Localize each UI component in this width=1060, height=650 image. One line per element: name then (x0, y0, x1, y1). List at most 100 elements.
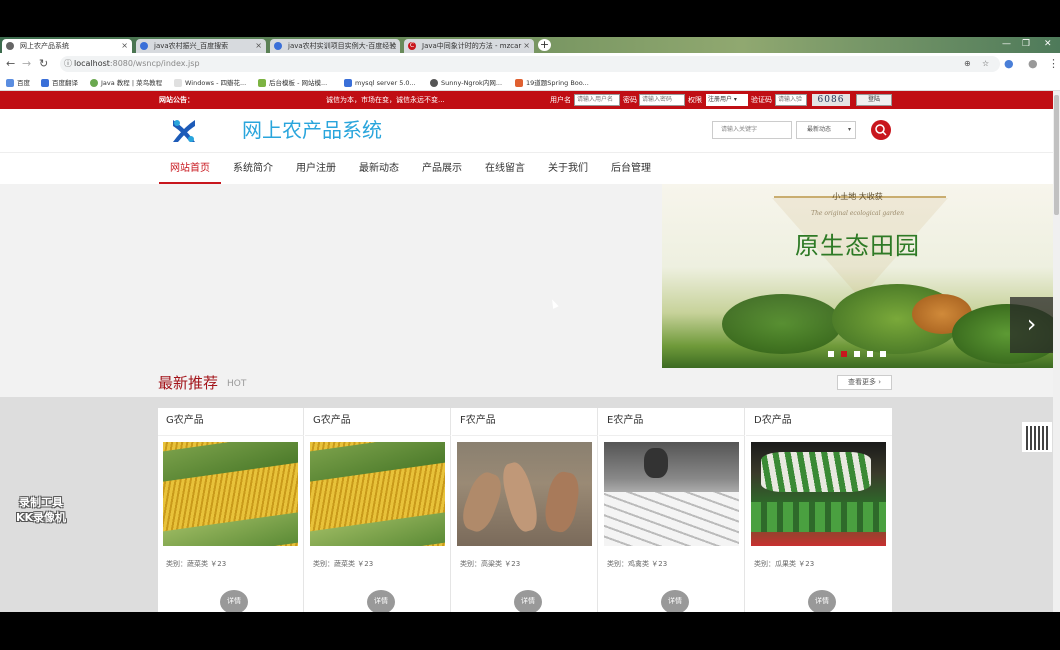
nav-messages[interactable]: 在线留言 (479, 153, 531, 184)
nav-about-system[interactable]: 系统简介 (228, 153, 278, 184)
product-name[interactable]: G农产品 (313, 414, 351, 428)
detail-button[interactable]: 详情 (808, 590, 836, 612)
product-image-roots[interactable] (457, 442, 592, 546)
page-scrollbar[interactable] (1053, 91, 1060, 612)
product-card[interactable]: E农产品 类别：鸡禽类 ￥23 详情 (599, 408, 745, 612)
search-input[interactable]: 请输入关键字 (712, 121, 792, 139)
product-image-greens[interactable] (751, 442, 886, 546)
tab-title: 网上农产品系统 (20, 42, 69, 50)
role-select[interactable]: 注册用户 ▾ (706, 94, 748, 106)
product-name[interactable]: E农产品 (607, 414, 643, 428)
paw-icon (344, 79, 352, 87)
video-letterbox-bottom (0, 612, 1060, 650)
bookmark[interactable]: 后台模板 - 网站模... (258, 75, 327, 91)
carousel-dot[interactable] (828, 351, 834, 357)
product-image-corn[interactable] (163, 442, 298, 546)
carousel-dot[interactable] (854, 351, 860, 357)
product-image-corn[interactable] (310, 442, 445, 546)
detail-button[interactable]: 详情 (367, 590, 395, 612)
product-card[interactable]: G农产品 类别：蔬菜类 ￥23 详情 (305, 408, 451, 612)
search-type-select[interactable]: 最新动态 ▾ (796, 121, 856, 139)
reload-icon[interactable]: ↻ (39, 57, 48, 71)
banner-carousel[interactable]: 小土地 大收获 The original ecological garden 原… (662, 184, 1053, 368)
mouse-cursor-icon (549, 298, 559, 309)
new-tab-button[interactable]: + (538, 39, 551, 51)
carousel-next-icon[interactable]: › (1010, 297, 1053, 353)
scrollbar-thumb[interactable] (1054, 95, 1059, 215)
extension-icon[interactable]: ● (1004, 57, 1014, 71)
captcha-input[interactable] (775, 94, 807, 106)
bookmark[interactable]: Sunny-Ngrok内网... (430, 75, 502, 91)
nav-about-us[interactable]: 关于我们 (542, 153, 594, 184)
divider (746, 435, 892, 436)
close-icon[interactable]: × (121, 39, 128, 53)
product-name[interactable]: F农产品 (460, 414, 496, 428)
star-icon[interactable]: ☆ (982, 56, 989, 72)
carousel-dot[interactable] (880, 351, 886, 357)
bookmark[interactable]: Java 教程 | 菜鸟教程 (90, 75, 162, 91)
nav-news[interactable]: 最新动态 (353, 153, 405, 184)
role-label: 权限 (688, 96, 702, 104)
search-icon (875, 124, 887, 136)
search-type-value: 最新动态 (807, 126, 832, 133)
carousel-dot[interactable] (867, 351, 873, 357)
product-card[interactable]: G农产品 类别：蔬菜类 ￥23 详情 (158, 408, 304, 612)
product-name[interactable]: D农产品 (754, 414, 792, 428)
forward-icon[interactable]: → (22, 57, 31, 71)
bookmark[interactable]: Windows - 四瓣花... (174, 75, 246, 91)
carousel-dot-active[interactable] (841, 351, 847, 357)
detail-button[interactable]: 详情 (514, 590, 542, 612)
globe-icon (6, 42, 14, 50)
divider (305, 435, 451, 436)
nav-admin[interactable]: 后台管理 (605, 153, 657, 184)
maximize-icon[interactable]: ❐ (1022, 37, 1030, 51)
search-button[interactable] (871, 120, 891, 140)
qr-code-icon[interactable] (1021, 421, 1053, 453)
nav-register[interactable]: 用户注册 (290, 153, 342, 184)
close-icon[interactable]: × (389, 39, 396, 53)
username-input[interactable] (574, 94, 620, 106)
back-icon[interactable]: ← (6, 57, 15, 71)
bookmark[interactable]: 百度 (6, 75, 30, 91)
notice-label: 网站公告： (159, 96, 194, 104)
bookmark-label: mysql server 5.0... (355, 79, 416, 87)
captcha-label: 验证码 (751, 96, 772, 104)
bookmark[interactable]: 19道题Spring Boo... (515, 75, 589, 91)
role-value: 注册用户 (708, 96, 733, 103)
product-card[interactable]: D农产品 类别：瓜果类 ￥23 详情 (746, 408, 892, 612)
menu-icon[interactable]: ⋮ (1048, 57, 1059, 71)
close-window-icon[interactable]: ✕ (1044, 37, 1052, 51)
nav-home[interactable]: 网站首页 (159, 153, 221, 184)
tab[interactable]: C Java中同象计时的方法 - mzcar × (404, 39, 534, 53)
c-icon: C (408, 42, 416, 50)
close-icon[interactable]: × (255, 39, 262, 53)
tab[interactable]: java农村振兴_百度搜索 × (136, 39, 266, 53)
bookmark-label: Java 教程 | 菜鸟教程 (101, 79, 163, 87)
minimize-icon[interactable]: — (1002, 37, 1011, 51)
password-label: 密码 (623, 96, 637, 104)
tab-title: Java中同象计时的方法 - mzcar (422, 42, 522, 50)
tab[interactable]: java农村实训项目实例大-百度经验 × (270, 39, 400, 53)
product-category: 类别：蔬菜类 (313, 560, 355, 568)
nav-products[interactable]: 产品展示 (416, 153, 468, 184)
avatar[interactable]: ● (1028, 57, 1038, 71)
bookmark[interactable]: 百度翻译 (41, 75, 78, 91)
login-button[interactable]: 登陆 (856, 94, 892, 106)
product-card[interactable]: F农产品 类别：高粱类 ￥23 详情 (452, 408, 598, 612)
section-title: 最新推荐 (158, 374, 219, 392)
section-subtitle: HOT (227, 379, 247, 389)
password-input[interactable] (639, 94, 685, 106)
product-list: G农产品 类别：蔬菜类 ￥23 详情 G农产品 类别：蔬菜类 ￥23 详情 F农… (158, 408, 892, 612)
detail-button[interactable]: 详情 (220, 590, 248, 612)
captcha-image[interactable]: 6086 (812, 94, 850, 106)
view-more-button[interactable]: 查看更多 › (837, 375, 892, 390)
detail-button[interactable]: 详情 (661, 590, 689, 612)
product-image-radish[interactable] (604, 442, 739, 546)
bookmark[interactable]: mysql server 5.0... (344, 75, 416, 91)
tab-active[interactable]: 网上农产品系统 × (2, 39, 132, 53)
omnibox[interactable]: ⓘ localhost:8080/wsncp/index.jsp ⊕ ☆ (60, 56, 1000, 72)
product-name[interactable]: G农产品 (166, 414, 204, 428)
zoom-icon[interactable]: ⊕ (964, 56, 971, 72)
info-icon[interactable]: ⓘ (64, 56, 72, 72)
close-icon[interactable]: × (523, 39, 530, 53)
